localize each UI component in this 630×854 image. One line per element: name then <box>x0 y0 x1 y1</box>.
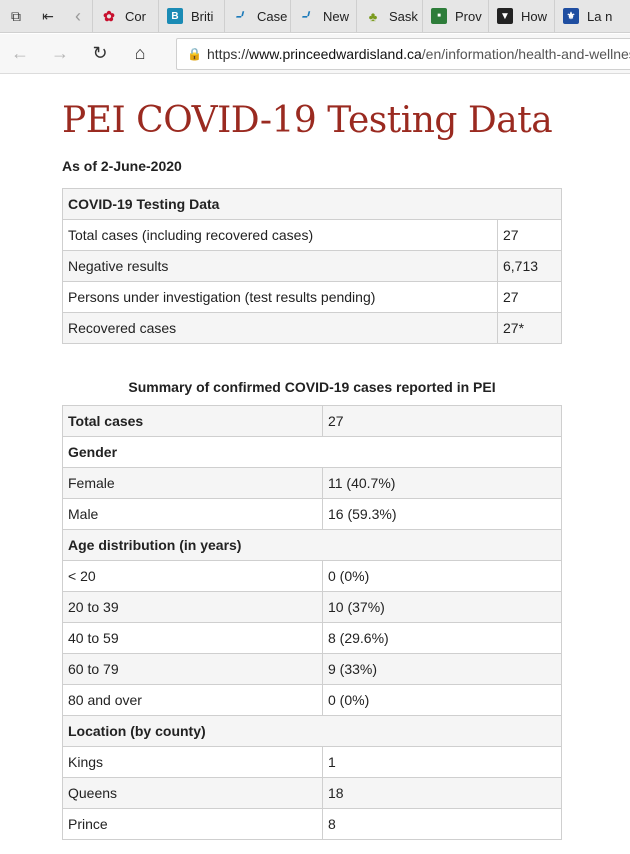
section-header-row: Gender <box>62 436 562 468</box>
section-header: Gender <box>62 436 562 468</box>
row-value: 27 <box>322 405 562 437</box>
section-header: Location (by county) <box>62 715 562 747</box>
row-label: Total cases (including recovered cases) <box>62 219 498 251</box>
table-row: 20 to 39 10 (37%) <box>62 591 562 623</box>
url-domain: www.princeedwardisland.ca <box>249 46 422 62</box>
how-icon: ▼ <box>497 8 513 24</box>
bc-icon: B <box>167 8 183 24</box>
table-row: < 20 0 (0%) <box>62 560 562 592</box>
table-row: 40 to 59 8 (29.6%) <box>62 622 562 654</box>
browser-tab[interactable]: ⌏ Case <box>224 0 290 32</box>
row-value: 16 (59.3%) <box>322 498 562 530</box>
table-header-row: COVID-19 Testing Data <box>62 188 562 220</box>
row-value: 10 (37%) <box>322 591 562 623</box>
table-row: Female 11 (40.7%) <box>62 467 562 499</box>
table-row: Total cases (including recovered cases) … <box>62 219 562 251</box>
row-value: 27 <box>497 219 562 251</box>
quebec-icon: ⚜ <box>563 8 579 24</box>
tab-strip: ⧉ ⇤ ‹ ✿ Cor B Briti ⌏ Case ⌏ New ♣ Sask … <box>0 0 630 33</box>
navigation-bar: ← → ↻ ⌂ 🔒 https://www.princeedwardisland… <box>0 34 630 74</box>
tab-label: Case <box>257 8 288 24</box>
table-row: Kings 1 <box>62 746 562 778</box>
row-label: Male <box>62 498 323 530</box>
row-label: Kings <box>62 746 323 778</box>
tab-actions-icon[interactable]: ⧉ <box>0 0 32 32</box>
tab-label: Briti <box>191 8 214 24</box>
table-row: Recovered cases 27* <box>62 312 562 344</box>
section-header-row: Age distribution (in years) <box>62 529 562 561</box>
row-label: < 20 <box>62 560 323 592</box>
lock-icon: 🔒 <box>187 47 202 61</box>
row-label: Persons under investigation (test result… <box>62 281 498 313</box>
address-bar[interactable]: 🔒 https://www.princeedwardisland.ca/en/i… <box>176 38 630 70</box>
table-row: Male 16 (59.3%) <box>62 498 562 530</box>
row-value: 27 <box>497 281 562 313</box>
url-prefix: https:// <box>207 46 250 62</box>
tab-label: How <box>521 8 548 24</box>
table-row: 60 to 79 9 (33%) <box>62 653 562 685</box>
tab-label: Cor <box>125 8 146 24</box>
browser-tab[interactable]: ♣ Sask <box>356 0 422 32</box>
back-arrow-icon[interactable]: ← <box>0 34 40 74</box>
refresh-icon[interactable]: ↻ <box>80 34 120 74</box>
summary-title: Summary of confirmed COVID-19 cases repo… <box>128 379 496 395</box>
row-value: 1 <box>322 746 562 778</box>
tab-label: Sask <box>389 8 418 24</box>
row-value: 18 <box>322 777 562 809</box>
tab-label: New <box>323 8 350 24</box>
row-label: Recovered cases <box>62 312 498 344</box>
browser-tab[interactable]: ▼ How <box>488 0 554 32</box>
table-row: Persons under investigation (test result… <box>62 281 562 313</box>
row-label: Total cases <box>62 405 323 437</box>
home-icon[interactable]: ⌂ <box>120 34 160 74</box>
tab-label: La n <box>587 8 613 24</box>
browser-tab[interactable]: B Briti <box>158 0 224 32</box>
saskatchewan-icon: ♣ <box>368 8 378 24</box>
table-row: Total cases 27 <box>62 405 562 437</box>
section-header: Age distribution (in years) <box>62 529 562 561</box>
browser-tab[interactable]: ⚜ La n <box>554 0 620 32</box>
alberta-icon: ⌏ <box>234 8 248 25</box>
testing-data-table: COVID-19 Testing Data Total cases (inclu… <box>62 188 562 344</box>
row-value: 27* <box>497 312 562 344</box>
row-value: 8 <box>322 808 562 840</box>
forward-arrow-icon[interactable]: → <box>40 34 80 74</box>
row-value: 0 (0%) <box>322 560 562 592</box>
table-row: Prince 8 <box>62 808 562 840</box>
row-label: Prince <box>62 808 323 840</box>
row-label: Female <box>62 467 323 499</box>
set-aside-tabs-icon[interactable]: ⇤ <box>32 0 64 32</box>
row-label: 60 to 79 <box>62 653 323 685</box>
tab-label: Prov <box>455 8 482 24</box>
row-value: 11 (40.7%) <box>322 467 562 499</box>
maple-leaf-icon: ✿ <box>103 7 115 24</box>
page-content: PEI COVID-19 Testing Data As of 2-June-2… <box>62 74 562 840</box>
table-row: Queens 18 <box>62 777 562 809</box>
row-value: 6,713 <box>497 250 562 282</box>
as-of-date: As of 2-June-2020 <box>62 158 182 174</box>
url-path: /en/information/health-and-wellness/ <box>421 46 630 62</box>
row-label: Queens <box>62 777 323 809</box>
browser-tab[interactable]: ✿ Cor <box>92 0 158 32</box>
browser-tab[interactable]: ⌏ New <box>290 0 356 32</box>
row-value: 8 (29.6%) <box>322 622 562 654</box>
table-header: COVID-19 Testing Data <box>62 188 562 220</box>
section-header-row: Location (by county) <box>62 715 562 747</box>
row-label: Negative results <box>62 250 498 282</box>
table-row: 80 and over 0 (0%) <box>62 684 562 716</box>
browser-tab[interactable]: ■ Prov <box>422 0 488 32</box>
row-label: 20 to 39 <box>62 591 323 623</box>
summary-table: Total cases 27 Gender Female 11 (40.7%) … <box>62 405 562 840</box>
province-icon: ■ <box>431 8 447 24</box>
alberta-icon: ⌏ <box>300 8 314 25</box>
row-label: 40 to 59 <box>62 622 323 654</box>
table-row: Negative results 6,713 <box>62 250 562 282</box>
row-value: 0 (0%) <box>322 684 562 716</box>
row-label: 80 and over <box>62 684 323 716</box>
page-title: PEI COVID-19 Testing Data <box>62 100 553 141</box>
tab-scroll-left-icon[interactable]: ‹ <box>64 0 92 32</box>
row-value: 9 (33%) <box>322 653 562 685</box>
